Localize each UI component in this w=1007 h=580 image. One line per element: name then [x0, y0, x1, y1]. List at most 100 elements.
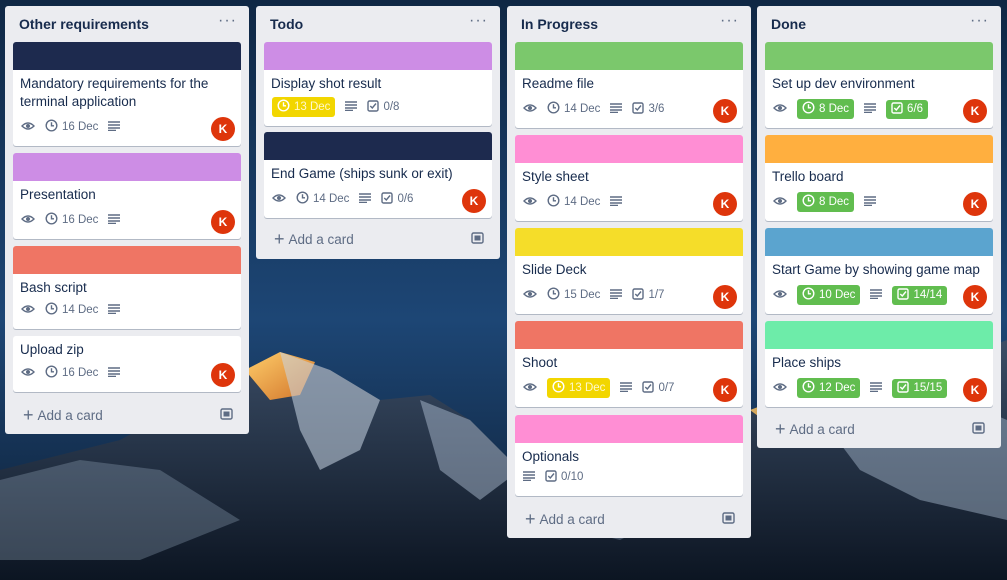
member-avatar[interactable]: K: [211, 210, 235, 234]
card-cover: [13, 153, 241, 181]
due-date-badge[interactable]: 8 Dec: [797, 192, 855, 212]
member-avatar[interactable]: K: [713, 99, 737, 123]
card-template-icon[interactable]: [722, 511, 735, 527]
member-avatar[interactable]: K: [963, 285, 987, 309]
member-avatar[interactable]: K: [713, 378, 737, 402]
list-todo: Todo ··· Display shot result 13 Dec 0/8 End G…: [256, 6, 500, 259]
list-menu-button[interactable]: ···: [218, 13, 237, 32]
checklist-count: 0/7: [658, 382, 675, 394]
card[interactable]: Display shot result 13 Dec 0/8: [264, 42, 492, 126]
card[interactable]: Readme file 14 Dec 3/6 K: [515, 42, 743, 128]
card[interactable]: Optionals 0/10: [515, 415, 743, 496]
due-date-badge[interactable]: 14 Dec: [547, 194, 600, 210]
due-date-text: 16 Dec: [62, 214, 99, 226]
card-template-icon[interactable]: [220, 407, 233, 423]
checklist-icon: [891, 101, 903, 117]
card-badges: 16 Dec: [13, 361, 128, 385]
card-badges: 12 Dec 15/15: [765, 376, 955, 400]
add-card-button[interactable]: + Add a card: [515, 505, 743, 533]
clock-icon: [45, 365, 58, 381]
list-menu-button[interactable]: ···: [720, 13, 739, 32]
card-badges: 15 Dec 1/7: [515, 283, 672, 307]
card[interactable]: Mandatory requirements for the terminal …: [13, 42, 241, 146]
plus-icon: +: [23, 405, 34, 425]
member-avatar[interactable]: K: [462, 189, 486, 213]
checklist-count: 0/8: [383, 101, 400, 113]
due-date-badge[interactable]: 10 Dec: [797, 285, 861, 305]
card-cover: [13, 42, 241, 70]
checklist-count: 3/6: [648, 103, 665, 115]
card-cover: [515, 42, 743, 70]
list-header: Todo ···: [256, 6, 500, 42]
due-date-badge[interactable]: 15 Dec: [547, 287, 600, 303]
card-badges: 16 Dec: [13, 115, 128, 139]
list-title[interactable]: In Progress: [521, 16, 598, 32]
card[interactable]: Shoot 13 Dec 0/7 K: [515, 321, 743, 407]
clock-icon: [45, 302, 58, 318]
due-date-badge[interactable]: 14 Dec: [547, 101, 600, 117]
card-template-icon[interactable]: [972, 421, 985, 437]
member-avatar[interactable]: K: [963, 99, 987, 123]
add-card-button[interactable]: + Add a card: [13, 401, 241, 429]
member-avatar[interactable]: K: [963, 378, 987, 402]
list-title[interactable]: Todo: [270, 16, 303, 32]
member-avatar[interactable]: K: [211, 363, 235, 387]
list-menu-button[interactable]: ···: [469, 13, 488, 32]
list-header: Other requirements ···: [5, 6, 249, 42]
due-date-text: 16 Dec: [62, 367, 99, 379]
due-date-badge[interactable]: 12 Dec: [797, 378, 861, 398]
clock-icon: [547, 194, 560, 210]
board: Other requirements ··· Mandatory requireme…: [0, 0, 1007, 580]
card-template-icon[interactable]: [471, 231, 484, 247]
card[interactable]: Style sheet 14 Dec K: [515, 135, 743, 221]
description-icon: [108, 120, 121, 134]
card-title: End Game (ships sunk or exit): [271, 166, 453, 181]
checklist-count: 1/7: [648, 289, 665, 301]
checklist-count: 6/6: [907, 103, 924, 115]
card[interactable]: End Game (ships sunk or exit) 14 Dec 0/6 K: [264, 132, 492, 218]
add-card-button[interactable]: + Add a card: [765, 415, 993, 443]
card[interactable]: Set up dev environment 8 Dec 6/6 K: [765, 42, 993, 128]
description-icon: [620, 381, 633, 395]
card[interactable]: Trello board 8 Dec K: [765, 135, 993, 221]
plus-icon: +: [525, 509, 536, 529]
add-card-button[interactable]: + Add a card: [264, 225, 492, 253]
card-cover: [515, 321, 743, 349]
checklist-icon: [545, 469, 557, 485]
due-date-badge[interactable]: 14 Dec: [296, 191, 349, 207]
card-title: Style sheet: [522, 169, 589, 184]
due-date-badge[interactable]: 13 Dec: [272, 97, 336, 117]
due-date-badge[interactable]: 16 Dec: [45, 365, 98, 381]
description-icon: [108, 303, 121, 317]
member-avatar[interactable]: K: [963, 192, 987, 216]
due-date-badge[interactable]: 16 Dec: [45, 212, 98, 228]
due-date-badge[interactable]: 16 Dec: [45, 119, 98, 135]
card[interactable]: Upload zip 16 Dec K: [13, 336, 241, 392]
checklist-badge: 3/6: [632, 101, 665, 117]
due-date-text: 14 Dec: [564, 196, 601, 208]
checklist-count: 14/14: [913, 289, 943, 301]
watch-icon: [21, 121, 35, 134]
list-menu-button[interactable]: ···: [970, 13, 989, 32]
card[interactable]: Start Game by showing game map 10 Dec 14/1…: [765, 228, 993, 314]
card-badges: 13 Dec 0/7: [515, 376, 682, 400]
list-title[interactable]: Done: [771, 16, 806, 32]
due-date-text: 14 Dec: [62, 304, 99, 316]
card[interactable]: Presentation 16 Dec K: [13, 153, 241, 239]
due-date-badge[interactable]: 14 Dec: [45, 302, 98, 318]
member-avatar[interactable]: K: [713, 192, 737, 216]
list-header: Done ···: [757, 6, 1001, 42]
due-date-badge[interactable]: 8 Dec: [797, 99, 855, 119]
list-title[interactable]: Other requirements: [19, 16, 149, 32]
card[interactable]: Bash script 14 Dec: [13, 246, 241, 329]
card[interactable]: Place ships 12 Dec 15/15 K: [765, 321, 993, 407]
card-cover: [765, 228, 993, 256]
clock-icon: [277, 99, 290, 115]
due-date-badge[interactable]: 13 Dec: [547, 378, 611, 398]
member-avatar[interactable]: K: [211, 117, 235, 141]
member-avatar[interactable]: K: [713, 285, 737, 309]
card[interactable]: Slide Deck 15 Dec 1/7 K: [515, 228, 743, 314]
card-badges: 8 Dec: [765, 190, 884, 214]
watch-icon: [773, 382, 787, 395]
card-title: Bash script: [20, 280, 87, 295]
